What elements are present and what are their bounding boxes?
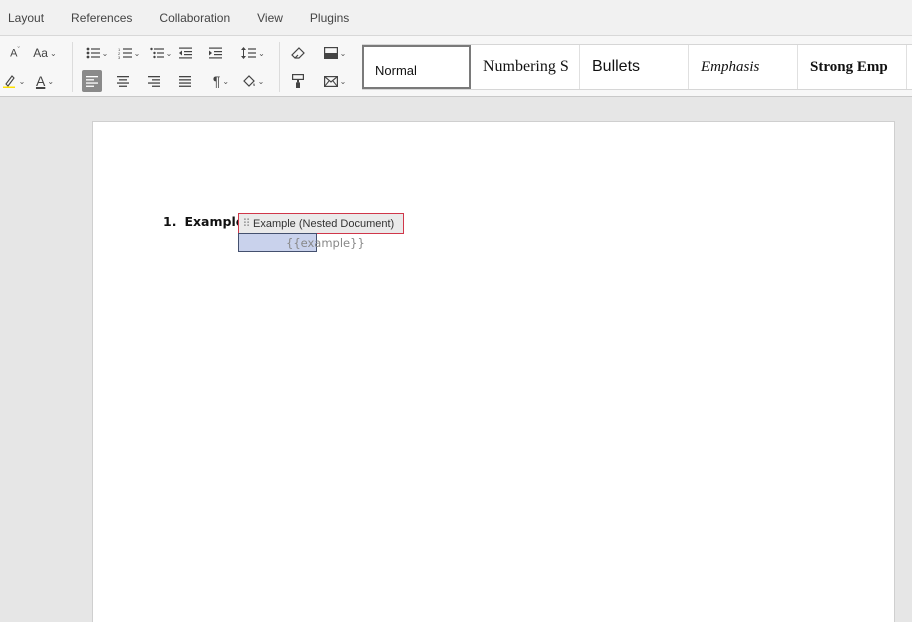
menu-view[interactable]: View	[251, 11, 289, 25]
menu-layout[interactable]: Layout	[0, 11, 50, 25]
align-right-button[interactable]	[144, 70, 164, 92]
paragraph-shading-button[interactable]: ⌄	[238, 70, 268, 92]
multilevel-list-icon	[149, 47, 164, 59]
mail-merge-button[interactable]: ⌄	[320, 70, 350, 92]
decrease-font-size-button[interactable]: Aˇ	[2, 42, 28, 64]
clear-formatting-button[interactable]	[288, 42, 308, 64]
menu-plugins[interactable]: Plugins	[304, 11, 355, 25]
multilevel-list-button[interactable]: ⌄	[146, 42, 176, 64]
chevron-down-icon: ⌄	[18, 76, 26, 86]
format-painter-icon	[292, 74, 304, 88]
align-center-icon	[117, 75, 129, 87]
style-strong-emphasis[interactable]: Strong Emp	[798, 45, 907, 89]
change-case-button[interactable]: Aa ⌄	[30, 42, 60, 64]
font-color-icon: A	[35, 73, 46, 89]
align-right-icon	[148, 75, 160, 87]
nested-document-control[interactable]: ⠿ Example (Nested Document)	[238, 213, 404, 234]
toolbar: Aˇ Aa ⌄ ⌄ 123 ⌄ ⌄ ⌄ ⌄ ⌄ A ⌄ ¶ ⌄ ⌄ ⌄ Norm…	[0, 35, 912, 97]
chevron-down-icon: ⌄	[101, 48, 109, 58]
chevron-down-icon: ⌄	[257, 76, 265, 86]
line-spacing-button[interactable]: ⌄	[238, 42, 268, 64]
align-left-button[interactable]	[82, 70, 102, 92]
bullet-list-button[interactable]: ⌄	[82, 42, 112, 64]
style-emphasis[interactable]: Emphasis	[689, 45, 798, 89]
divider	[279, 42, 280, 92]
line-spacing-icon	[241, 47, 257, 59]
styles-gallery: Normal Numbering S Bullets Emphasis Stro…	[362, 44, 912, 90]
highlight-color-button[interactable]: ⌄	[0, 70, 28, 92]
list-item[interactable]: 1. Example.	[163, 214, 249, 229]
style-normal[interactable]: Normal	[362, 45, 471, 89]
menu-bar: Layout References Collaboration View Plu…	[0, 0, 912, 35]
chevron-down-icon: ⌄	[339, 76, 347, 86]
drag-handle-icon[interactable]: ⠿	[239, 217, 253, 230]
divider	[72, 42, 73, 92]
font-size-icon: Aˇ	[10, 46, 20, 60]
justify-button[interactable]	[175, 70, 195, 92]
menu-collaboration[interactable]: Collaboration	[153, 11, 236, 25]
justify-icon	[179, 75, 191, 87]
chevron-down-icon: ⌄	[339, 48, 347, 58]
shading-icon	[323, 47, 338, 59]
increase-indent-button[interactable]	[206, 42, 224, 64]
eraser-icon	[291, 47, 305, 59]
numbered-list-button[interactable]: 123 ⌄	[114, 42, 144, 64]
shading-button[interactable]: ⌄	[320, 42, 350, 64]
change-case-icon: Aa	[33, 46, 48, 60]
nested-document-label: Example (Nested Document)	[253, 217, 395, 230]
decrease-indent-icon	[178, 47, 192, 59]
svg-text:3: 3	[118, 55, 121, 59]
chevron-down-icon: ⌄	[165, 48, 173, 58]
highlighter-icon	[2, 75, 15, 88]
style-bullets[interactable]: Bullets	[580, 45, 689, 89]
placeholder-field[interactable]: {{example}}	[286, 236, 365, 250]
increase-indent-icon	[208, 47, 222, 59]
numbered-list-icon: 123	[118, 47, 132, 59]
bullet-list-icon	[86, 47, 100, 59]
font-color-button[interactable]: A ⌄	[30, 70, 60, 92]
align-center-button[interactable]	[113, 70, 133, 92]
chevron-down-icon: ⌄	[133, 48, 141, 58]
list-number: 1.	[163, 214, 177, 229]
style-numbering[interactable]: Numbering S	[471, 45, 580, 89]
align-left-icon	[86, 75, 98, 87]
document-page[interactable]: 1. Example. ⠿ Example (Nested Document) {…	[92, 121, 895, 622]
paragraph-marks-button[interactable]: ¶ ⌄	[206, 70, 236, 92]
chevron-down-icon: ⌄	[49, 48, 57, 58]
chevron-down-icon: ⌄	[222, 76, 230, 86]
decrease-indent-button[interactable]	[176, 42, 194, 64]
document-workspace: 1. Example. ⠿ Example (Nested Document) {…	[0, 97, 912, 622]
envelope-icon	[323, 75, 338, 87]
chevron-down-icon: ⌄	[47, 76, 55, 86]
pilcrow-icon: ¶	[212, 73, 221, 89]
paint-bucket-icon	[242, 74, 255, 87]
chevron-down-icon: ⌄	[258, 48, 265, 58]
copy-style-button[interactable]	[288, 70, 308, 92]
menu-references[interactable]: References	[65, 11, 138, 25]
